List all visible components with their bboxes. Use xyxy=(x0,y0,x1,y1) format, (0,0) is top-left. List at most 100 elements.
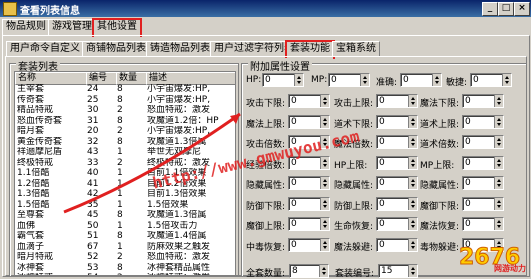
suit-row[interactable]: 终极特戒 33 2 终极特戒：激发 xyxy=(15,158,235,169)
suit-row[interactable]: 1.5倍酷 35 1 1.5倍效果 xyxy=(15,200,235,211)
attribute-spinner[interactable] xyxy=(320,136,329,148)
suit-row[interactable]: 血滴子 67 1 防麻效果之触发 xyxy=(15,242,235,253)
attribute-spinner[interactable] xyxy=(320,115,329,128)
tab-treasure-box[interactable]: 宝箱系统 xyxy=(332,41,380,57)
suit-row[interactable]: 血佛 50 1 1.5倍攻击力 xyxy=(15,221,235,232)
attribute-label: 攻击上限: xyxy=(334,99,374,109)
attribute-input[interactable]: 0 xyxy=(288,155,330,170)
suit-row[interactable]: 祥逦摩尼盾 43 1 举世无双摩尼 xyxy=(15,147,235,158)
attribute-input[interactable]: 0 xyxy=(376,217,418,231)
attribute-input[interactable]: 0 xyxy=(462,196,504,211)
attribute-spinner[interactable] xyxy=(494,115,503,128)
attribute-input[interactable]: 0 xyxy=(376,237,418,252)
attribute-input[interactable]: 0 xyxy=(288,94,330,108)
suit-row[interactable]: 怒血传奇套 31 8 攻魔道1.2倍：HP xyxy=(15,116,235,127)
tab-forge-items[interactable]: 铸造物品列表 xyxy=(146,41,214,57)
close-button[interactable]: × xyxy=(514,2,530,16)
attribute-input[interactable]: 0 xyxy=(376,196,418,211)
suit-desc-cell: 1.5倍效果 xyxy=(147,199,189,210)
attribute-input[interactable]: 0 xyxy=(462,237,504,252)
suit-id-cell: 42 xyxy=(87,189,99,199)
attribute-input[interactable]: 0 xyxy=(376,176,418,190)
attribute-input[interactable]: 0 xyxy=(376,114,418,129)
attribute-input[interactable]: 0 xyxy=(288,196,330,211)
mp-spinner[interactable] xyxy=(360,74,369,86)
suit-row[interactable]: 暗月特戒 52 2 怒血特戒：激发 xyxy=(15,252,235,263)
attribute-spinner[interactable] xyxy=(320,197,329,210)
attribute-input[interactable]: 0 xyxy=(462,176,504,190)
attribute-input[interactable]: 0 xyxy=(288,237,330,252)
attribute-spinner[interactable] xyxy=(494,156,503,169)
attribute-input[interactable]: 0 xyxy=(462,135,504,149)
attribute-spinner[interactable] xyxy=(494,177,503,189)
tab-user-commands[interactable]: 用户命令自定义 xyxy=(6,41,84,57)
attribute-spinner[interactable] xyxy=(408,177,417,189)
suit-row[interactable]: 精品特戒 30 2 怒血特戒：激发 xyxy=(15,105,235,116)
agility-input[interactable]: 0 xyxy=(470,73,512,87)
attribute-input[interactable]: 0 xyxy=(462,94,504,108)
maximize-button[interactable]: □ xyxy=(498,2,514,16)
suit-name-cell: 1.3倍酷 xyxy=(17,189,50,199)
minimize-button[interactable]: _ xyxy=(482,2,498,16)
attribute-spinner[interactable] xyxy=(494,197,503,210)
suit-desc-cell: 举世无双摩尼 xyxy=(147,147,202,157)
attribute-spinner[interactable] xyxy=(494,238,503,251)
suit-row[interactable]: 黄金传奇套 32 8 攻魔道1.3倍属 xyxy=(15,137,235,148)
accuracy-spinner[interactable] xyxy=(432,74,441,86)
suit-row[interactable]: 冰神特戒542冰神特戒：激发 xyxy=(15,273,235,275)
attribute-spinner[interactable] xyxy=(320,95,329,107)
tab-item-rules[interactable]: 物品规则 xyxy=(2,19,50,35)
attribute-input[interactable]: 0 xyxy=(288,176,330,190)
attribute-spinner[interactable] xyxy=(408,95,417,107)
attribute-input[interactable]: 0 xyxy=(462,114,504,129)
suit-count-cell: 8 xyxy=(117,210,123,220)
hp-input[interactable]: 0 xyxy=(262,73,304,87)
suit-row[interactable]: 冰神套 53 8 冰神套精品属性 xyxy=(15,263,235,274)
attribute-label: 道术倍数: xyxy=(420,140,460,150)
tab-game-management[interactable]: 游戏管理 xyxy=(48,19,96,35)
attribute-label: 道术上限: xyxy=(420,119,460,130)
suit-id-cell: 41 xyxy=(87,178,99,189)
attribute-spinner[interactable] xyxy=(320,238,329,251)
suit-id-spinner[interactable] xyxy=(408,265,417,277)
attribute-input[interactable]: 0 xyxy=(288,217,330,231)
attribute-spinner[interactable] xyxy=(408,197,417,210)
attribute-input[interactable]: 0 xyxy=(376,94,418,108)
attribute-spinner[interactable] xyxy=(408,115,417,128)
attribute-spinner[interactable] xyxy=(408,218,417,230)
accuracy-input[interactable]: 0 xyxy=(400,73,442,87)
suit-id-cell: 52 xyxy=(87,252,99,262)
suit-row[interactable]: 霸气套 51 8 攻魔道1.4倍属 xyxy=(15,231,235,242)
attribute-input[interactable]: 0 xyxy=(376,135,418,149)
attribute-spinner[interactable] xyxy=(408,136,417,148)
total-count-input[interactable]: 8 xyxy=(289,264,329,278)
suit-row[interactable]: 传奇套 25 8 小宇宙爆发:HP, xyxy=(15,95,235,106)
attribute-input[interactable]: 0 xyxy=(462,155,504,170)
attribute-input[interactable]: 0 xyxy=(288,114,330,129)
attribute-spinner[interactable] xyxy=(408,238,417,251)
suit-id-cell: 25 xyxy=(87,94,99,105)
total-count-spinner[interactable] xyxy=(319,265,328,277)
attribute-input[interactable]: 0 xyxy=(462,217,504,231)
attribute-spinner[interactable] xyxy=(320,218,329,230)
tab-shop-items[interactable]: 商铺物品列表 xyxy=(82,41,150,57)
hp-spinner[interactable] xyxy=(294,74,303,86)
suit-row[interactable]: 暗月套 20 2 小宇宙爆发:HP, xyxy=(15,126,235,137)
attribute-input[interactable]: 0 xyxy=(376,155,418,170)
suit-row[interactable]: 主宰套 24 8 小宇宙爆发:HP, xyxy=(15,84,235,95)
suit-id-input[interactable]: 15 xyxy=(378,264,418,278)
attribute-spinner[interactable] xyxy=(320,156,329,169)
attribute-spinner[interactable] xyxy=(494,218,503,230)
suit-row[interactable]: 1.1倍酷 40 1 目前1.1倍效果 xyxy=(15,168,235,179)
attribute-spinner[interactable] xyxy=(408,156,417,169)
suit-row[interactable]: 1.3倍酷 42 1 目前1.3倍效果 xyxy=(15,189,235,200)
suit-row[interactable]: 1.2倍酷 41 1 目前1.2倍效果 xyxy=(15,179,235,190)
agility-spinner[interactable] xyxy=(502,74,511,86)
attribute-spinner[interactable] xyxy=(320,177,329,189)
suit-list[interactable]: 名称 编号 数量 描述 主宰套 24 8 小宇宙爆发:HP, 传奇套 25 8 小宇宙爆发:H… xyxy=(14,71,236,276)
attribute-spinner[interactable] xyxy=(494,136,503,148)
attribute-input[interactable]: 0 xyxy=(288,135,330,149)
mp-input[interactable]: 0 xyxy=(328,73,370,87)
suit-row[interactable]: 至尊套 45 8 攻魔道1.3倍属 xyxy=(15,210,235,221)
attribute-spinner[interactable] xyxy=(494,95,503,107)
